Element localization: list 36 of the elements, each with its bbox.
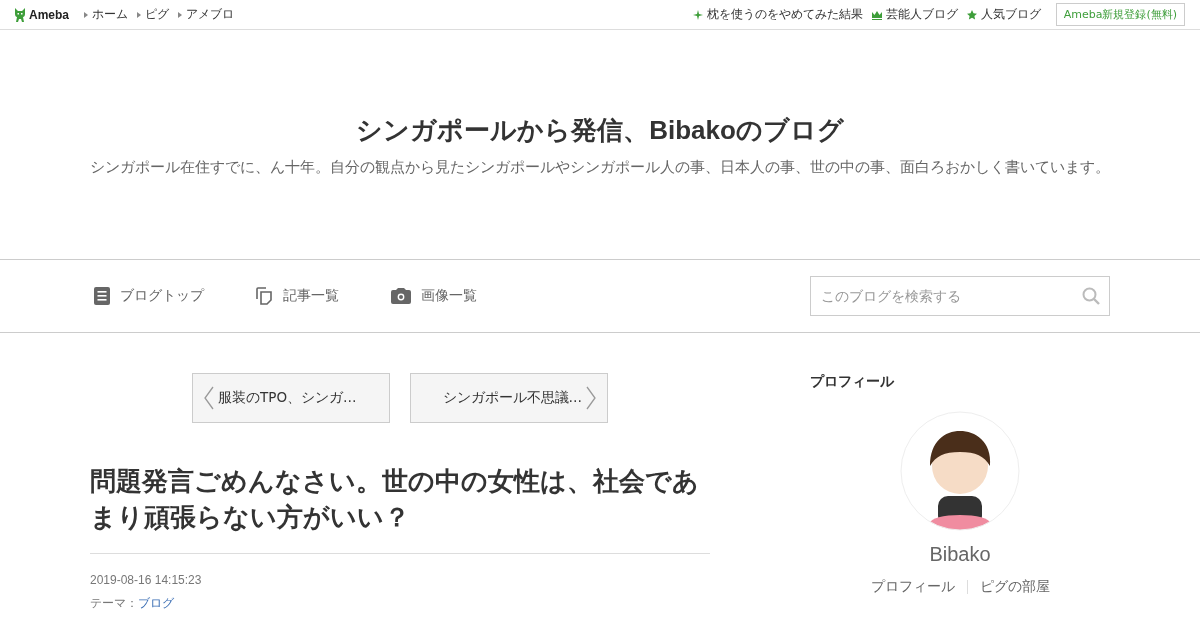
sidebar-heading: プロフィール bbox=[810, 373, 894, 391]
blog-nav-link[interactable]: 記事一覧 bbox=[256, 287, 339, 305]
header-link[interactable]: 人気ブログ bbox=[966, 6, 1041, 23]
triangle-icon bbox=[178, 11, 182, 18]
blog-nav-link[interactable]: ブログトップ bbox=[94, 287, 204, 305]
profile-link[interactable]: ピグの部屋 bbox=[979, 578, 1050, 596]
blog-title[interactable]: シンガポールから発信、Bibakoのブログ bbox=[356, 112, 844, 148]
article-title: 問題発言ごめんなさい。世の中の女性は、社会であまり頑張らない方がいい？ bbox=[90, 463, 710, 554]
previous-post-button[interactable]: 服装のTPO、シンガ… bbox=[192, 373, 390, 423]
top-nav-link[interactable]: ピグ bbox=[137, 6, 169, 23]
triangle-icon bbox=[137, 11, 141, 18]
chevron-right-icon bbox=[586, 386, 596, 410]
search-field[interactable]: このブログを検索する bbox=[810, 276, 1110, 316]
signup-button[interactable]: Ameba新規登録(無料) bbox=[1055, 3, 1185, 26]
header-link[interactable]: 芸能人ブログ bbox=[871, 6, 958, 23]
profile-name[interactable]: Bibako bbox=[929, 543, 991, 566]
star-icon bbox=[966, 9, 977, 20]
document-icon bbox=[94, 287, 110, 305]
header-link[interactable]: 枕を使うのをやめてみた結果 bbox=[692, 6, 863, 23]
blog-description: シンガポール在住すでに、ん十年。自分の観点から見たシンガポールやシンガポール人の事、日本人の事、世の中の事、面白ろおかしく書いています。 bbox=[90, 157, 1110, 177]
blog-nav-link[interactable]: 画像一覧 bbox=[391, 287, 477, 305]
chevron-left-icon bbox=[204, 386, 214, 410]
crown-icon bbox=[871, 9, 882, 20]
camera-icon bbox=[391, 288, 411, 304]
next-post-button[interactable]: シンガポール不思議… bbox=[410, 373, 608, 423]
top-nav-link[interactable]: ホーム bbox=[84, 6, 128, 23]
avatar[interactable] bbox=[900, 411, 1020, 531]
sparkle-icon bbox=[692, 9, 703, 20]
triangle-icon bbox=[84, 11, 88, 18]
copy-icon bbox=[256, 287, 273, 305]
theme-link[interactable]: ブログ bbox=[138, 596, 174, 610]
top-nav-link[interactable]: アメブロ bbox=[178, 6, 234, 23]
profile-link[interactable]: プロフィール bbox=[870, 578, 955, 596]
ameba-logo[interactable]: Ameba bbox=[14, 6, 69, 23]
theme-label: テーマ： bbox=[90, 596, 138, 610]
post-date: 2019-08-16 14:15:23 bbox=[90, 573, 203, 587]
